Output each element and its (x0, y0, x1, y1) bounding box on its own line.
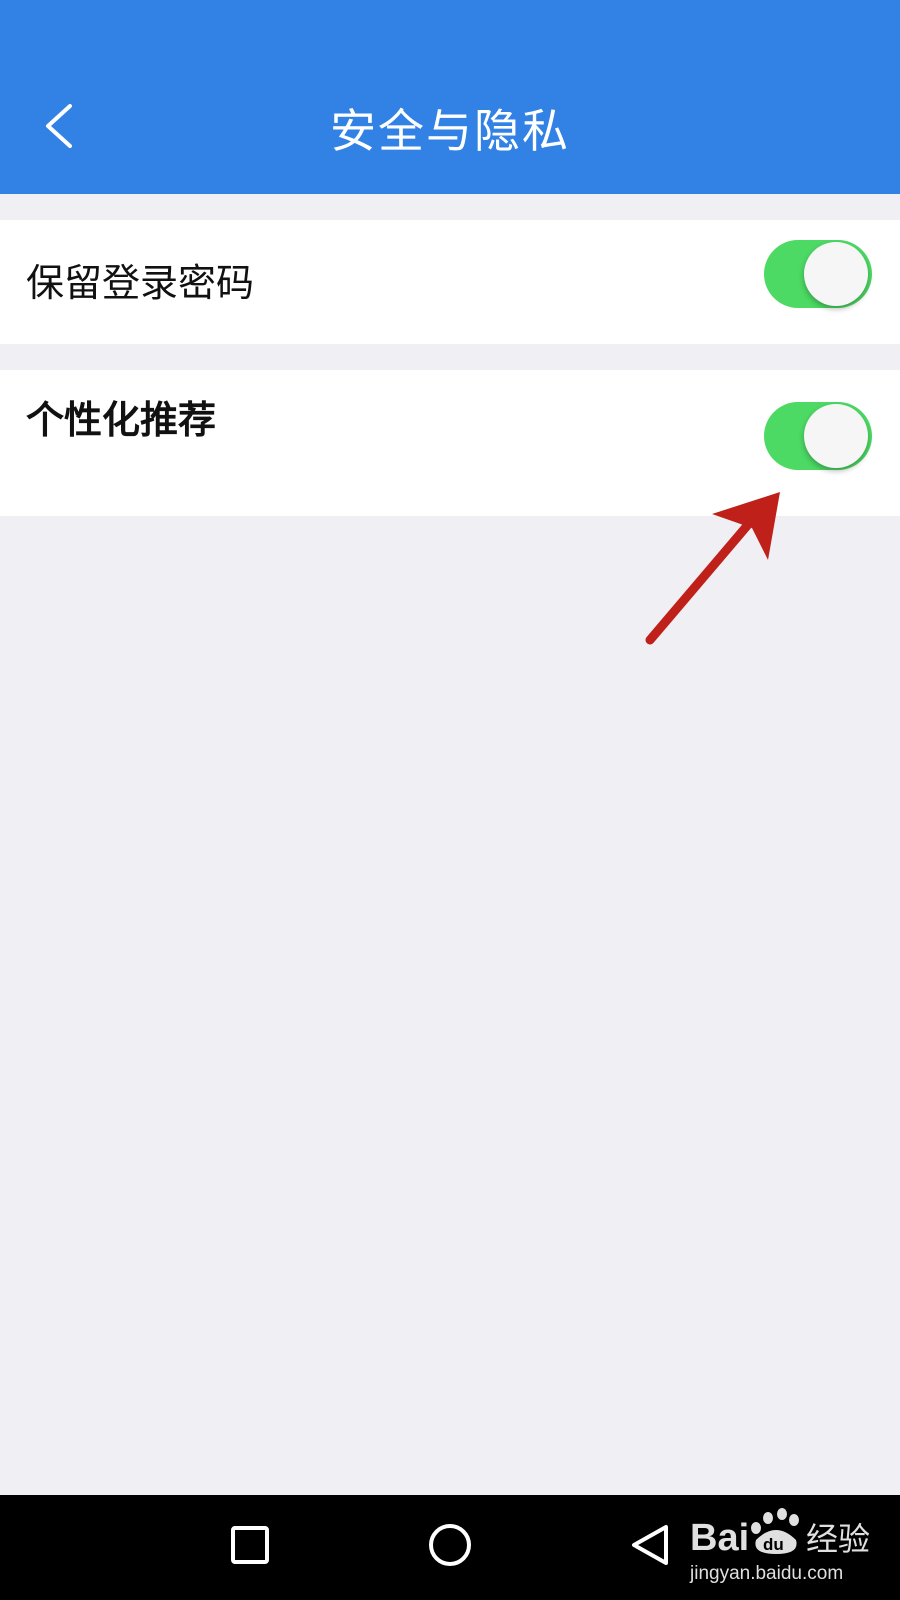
setting-label-personalized-recommendation: 个性化推荐 (26, 398, 217, 442)
baidu-jingyan-logo: Bai du 经验 (690, 1508, 870, 1559)
watermark-url: jingyan.baidu.com (690, 1563, 844, 1584)
back-triangle-icon (632, 1525, 668, 1565)
setting-label-keep-login-password: 保留登录密码 (26, 261, 255, 305)
svg-text:du: du (763, 1535, 784, 1554)
svg-text:Bai: Bai (690, 1517, 749, 1559)
recent-apps-square-icon (231, 1526, 269, 1564)
keep-login-password-toggle[interactable] (764, 240, 872, 308)
chevron-left-icon (46, 104, 72, 148)
home-button[interactable] (420, 1515, 480, 1575)
home-circle-icon (429, 1524, 471, 1566)
personalized-recommendation-toggle[interactable] (764, 402, 872, 470)
red-arrow-annotation-icon (645, 492, 780, 645)
toggle-knob (804, 404, 868, 468)
back-button[interactable] (30, 96, 90, 156)
recent-apps-button[interactable] (220, 1515, 280, 1575)
app-header: 安全与隐私 (0, 0, 900, 194)
baidu-jingyan-watermark: Bai du 经验 jingyan.baidu.com (690, 1506, 890, 1592)
svg-text:经验: 经验 (806, 1520, 870, 1558)
toggle-knob (804, 242, 868, 306)
page-title: 安全与隐私 (330, 104, 570, 158)
setting-row-keep-login-password: 保留登录密码 (0, 220, 900, 344)
system-back-button[interactable] (620, 1515, 680, 1575)
